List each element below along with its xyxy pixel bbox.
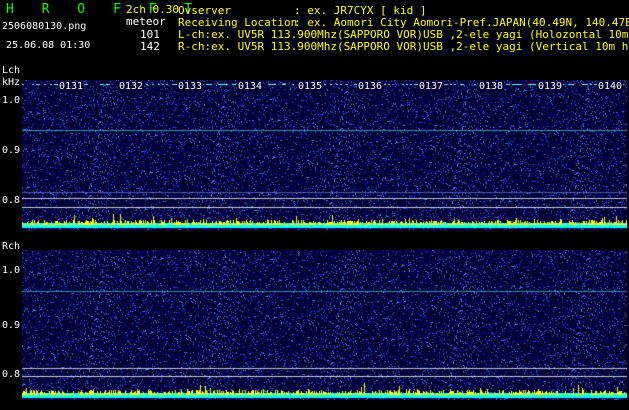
datetime-label: 25.06.08 01:30 bbox=[6, 40, 91, 51]
mode-label: 2ch 0.30 bbox=[126, 3, 179, 16]
meteor-count-rch: 142 bbox=[140, 40, 160, 53]
lch-ytick: 1.0 bbox=[2, 95, 21, 106]
time-tick: 0137 bbox=[418, 81, 445, 93]
lch-ytick: 0.9 bbox=[2, 145, 21, 156]
rch-ytick: 0.9 bbox=[2, 320, 21, 331]
time-tick: 0140 bbox=[597, 81, 624, 93]
observer-row: Ovserver: ex. JR7CYX [ kid ] bbox=[178, 5, 426, 16]
rch-ytick: 1.0 bbox=[2, 265, 21, 276]
time-tick: 0133 bbox=[177, 81, 204, 93]
rch-ytick: 0.8 bbox=[2, 369, 21, 380]
lch-waterfall bbox=[22, 80, 627, 230]
rch-channel-label: Rch bbox=[2, 241, 21, 252]
rch-description: R-ch:ex. UV5R 113.900Mhz(SAPPORO VOR)USB… bbox=[178, 41, 629, 52]
location-row: Receiving Location: ex. Aomori City Aomo… bbox=[178, 17, 629, 28]
rch-waterfall bbox=[22, 250, 627, 400]
time-tick: 0132 bbox=[118, 81, 145, 93]
lch-channel-label: Lch bbox=[2, 65, 21, 76]
filename-label: 2506080130.png bbox=[2, 21, 87, 32]
location-key: Receiving Location bbox=[178, 16, 298, 29]
time-tick: 0134 bbox=[237, 81, 264, 93]
time-tick-row: 0131 0132 0133 0134 0135 0136 0137 0138 … bbox=[0, 81, 629, 93]
lch-ytick: 0.8 bbox=[2, 195, 21, 206]
time-tick: 0136 bbox=[357, 81, 384, 93]
time-tick: 0131 bbox=[58, 81, 85, 93]
time-tick: 0138 bbox=[478, 81, 505, 93]
meteor-label: meteor bbox=[126, 15, 166, 28]
meteor-count-lch: 101 bbox=[140, 28, 160, 41]
observer-key: Ovserver bbox=[178, 4, 231, 17]
lch-description: L-ch:ex. UV5R 113.900Mhz(SAPPORO VOR)USB… bbox=[178, 29, 629, 40]
time-tick: 0135 bbox=[297, 81, 324, 93]
location-value: : ex. Aomori City Aomori-Pref.JAPAN(40.4… bbox=[294, 16, 629, 29]
time-tick: 0139 bbox=[537, 81, 564, 93]
